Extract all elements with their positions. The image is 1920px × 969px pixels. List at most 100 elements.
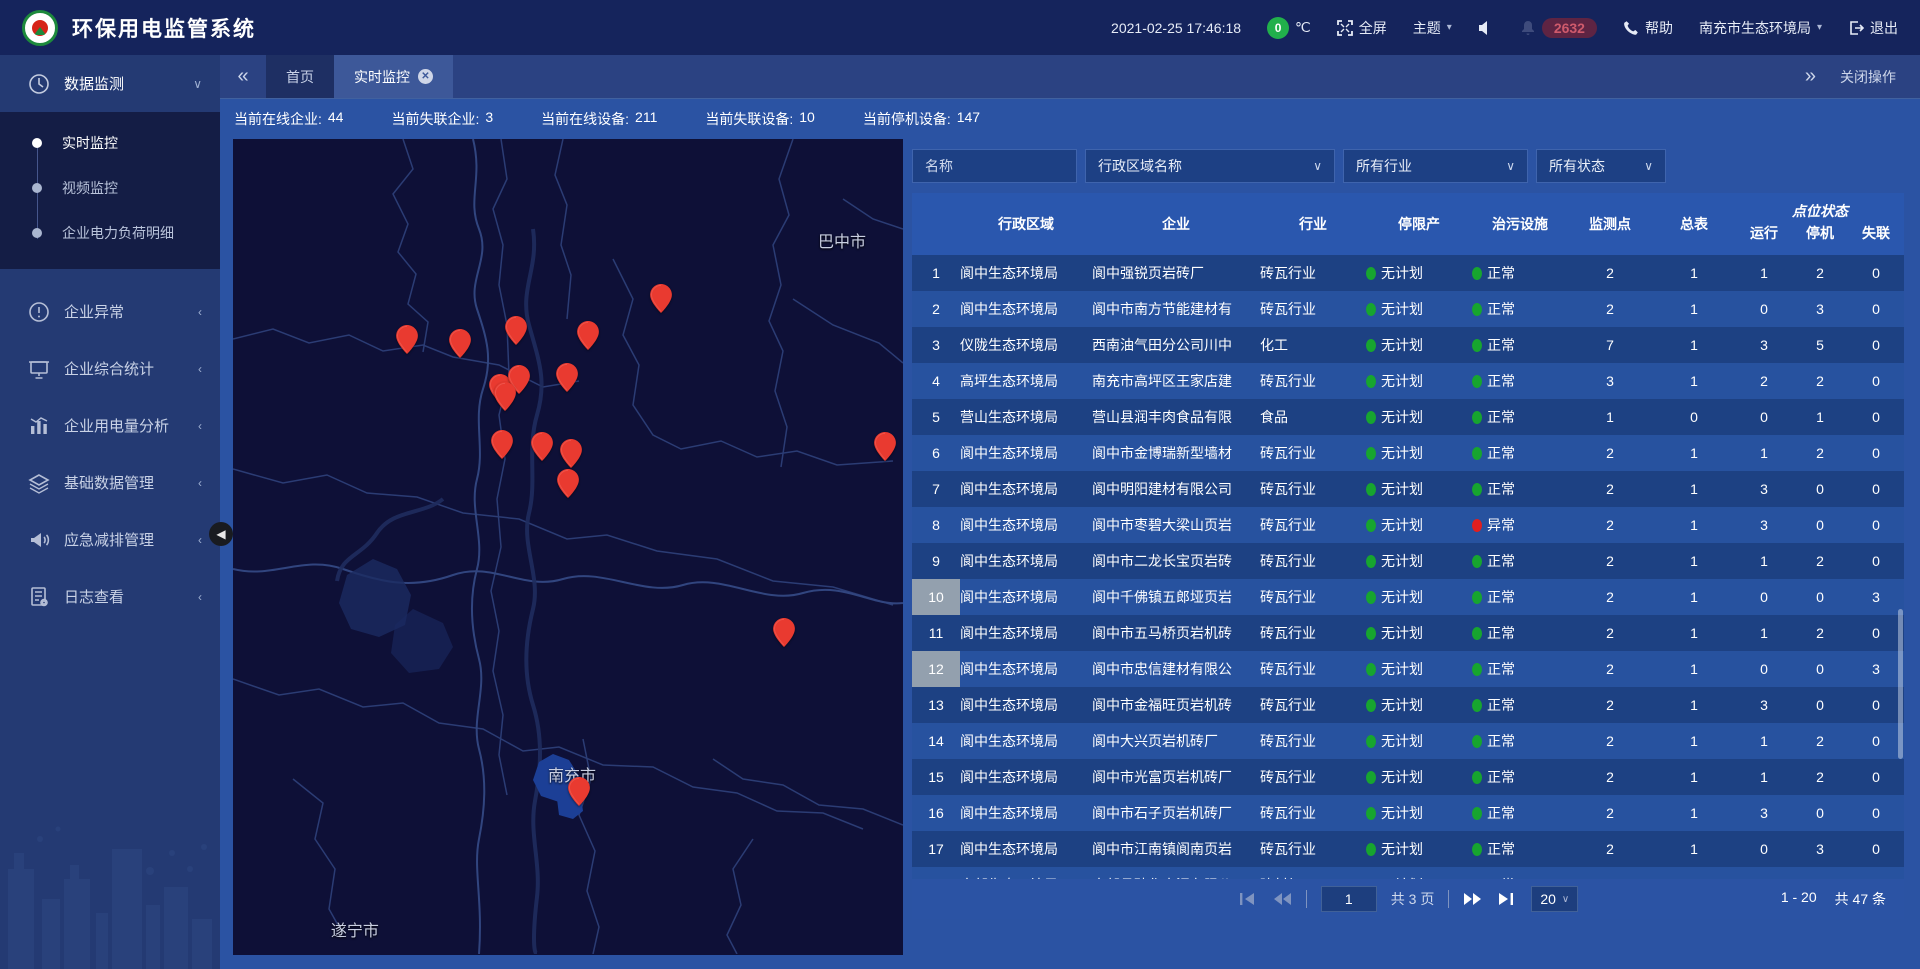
map-panel[interactable]: 巴中市南充市遂宁市 (233, 139, 903, 955)
table-row[interactable]: 10 阆中生态环境局 阆中千佛镇五郎垭页岩 砖瓦行业 无计划 正常 2 1 0 … (912, 579, 1904, 615)
table-row[interactable]: 8 阆中生态环境局 阆中市枣碧大梁山页岩 砖瓦行业 无计划 异常 2 1 3 0… (912, 507, 1904, 543)
fullscreen-icon (1337, 20, 1353, 36)
map-marker-pin-icon[interactable] (577, 321, 599, 350)
help-button[interactable]: 帮助 (1623, 18, 1673, 38)
tab-home[interactable]: 首页 (266, 55, 334, 98)
table-row[interactable]: 9 阆中生态环境局 阆中市二龙长宝页岩砖 砖瓦行业 无计划 正常 2 1 1 2… (912, 543, 1904, 579)
tabs-scroll-left-button[interactable]: « (220, 55, 266, 98)
theme-dropdown[interactable]: 主题 ▾ (1413, 18, 1452, 38)
cell-company: 阆中大兴页岩机砖厂 (1092, 731, 1260, 751)
cell-total: 1 (1652, 733, 1736, 749)
map-marker-pin-icon[interactable] (556, 363, 578, 392)
close-icon[interactable]: ✕ (418, 69, 433, 84)
limit-status-dot-icon (1366, 411, 1376, 424)
map-marker-pin-icon[interactable] (773, 618, 795, 647)
sound-button[interactable] (1478, 20, 1494, 36)
map-marker-pin-icon[interactable] (650, 284, 672, 313)
table-row[interactable]: 1 阆中生态环境局 阆中强锐页岩砖厂 砖瓦行业 无计划 正常 2 1 1 2 0 (912, 255, 1904, 291)
cell-monitor: 1 (1568, 409, 1652, 425)
map-boundaries (233, 139, 903, 954)
logout-button[interactable]: 退出 (1848, 18, 1898, 38)
sidebar-collapse-button[interactable]: ◀ (209, 522, 233, 546)
table-row[interactable]: 5 营山生态环境局 营山县润丰肉食品有限 食品 无计划 正常 1 0 0 1 0 (912, 399, 1904, 435)
table-row[interactable]: 3 仪陇生态环境局 西南油气田分公司川中 化工 无计划 正常 7 1 3 5 0 (912, 327, 1904, 363)
cell-total: 1 (1652, 661, 1736, 677)
cell-lost: 0 (1848, 841, 1904, 857)
sidebar-item-power-load-detail[interactable]: 企业电力负荷明细 (0, 210, 220, 255)
sidebar-item-data-monitoring[interactable]: 数据监测 ∨ (0, 55, 220, 112)
name-filter-field[interactable] (912, 149, 1077, 183)
sidebar-item-enterprise-abnormal[interactable]: 企业异常 ‹ (0, 283, 220, 340)
cell-total: 1 (1652, 625, 1736, 641)
chevron-down-icon: ∨ (1506, 159, 1515, 173)
cell-company: 阆中市南方节能建材有 (1092, 299, 1260, 319)
cell-total: 1 (1652, 769, 1736, 785)
table-row[interactable]: 14 阆中生态环境局 阆中大兴页岩机砖厂 砖瓦行业 无计划 正常 2 1 1 2… (912, 723, 1904, 759)
table-row[interactable]: 17 阆中生态环境局 阆中市江南镇阆南页岩 砖瓦行业 无计划 正常 2 1 0 … (912, 831, 1904, 867)
map-marker-pin-icon[interactable] (531, 432, 553, 461)
table-row[interactable]: 11 阆中生态环境局 阆中市五马桥页岩机砖 砖瓦行业 无计划 正常 2 1 1 … (912, 615, 1904, 651)
table-row[interactable]: 16 阆中生态环境局 阆中市石子页岩机砖厂 砖瓦行业 无计划 正常 2 1 3 … (912, 795, 1904, 831)
cell-run: 1 (1736, 733, 1792, 749)
page-size-select[interactable]: 20 ∨ (1531, 886, 1578, 912)
cell-lost: 0 (1848, 265, 1904, 281)
map-marker-pin-icon[interactable] (568, 777, 590, 806)
map-marker-pin-icon[interactable] (491, 430, 513, 459)
name-filter-input[interactable] (925, 158, 1064, 174)
sidebar-item-video-monitoring[interactable]: 视频监控 (0, 165, 220, 210)
map-marker-pin-icon[interactable] (560, 439, 582, 468)
sidebar-item-emergency-reduction[interactable]: 应急减排管理 ‹ (0, 511, 220, 568)
tab-realtime-monitoring[interactable]: 实时监控 ✕ (334, 55, 453, 98)
table-row[interactable]: 6 阆中生态环境局 阆中市金博瑞新型墙材 砖瓦行业 无计划 正常 2 1 1 2… (912, 435, 1904, 471)
cell-company: 阆中市江南镇阆南页岩 (1092, 839, 1260, 859)
divider (1448, 890, 1449, 908)
table-row[interactable]: 2 阆中生态环境局 阆中市南方节能建材有 砖瓦行业 无计划 正常 2 1 0 3… (912, 291, 1904, 327)
tabs-scroll-right-button[interactable]: » (1805, 65, 1816, 88)
cell-industry: 砖瓦行业 (1260, 371, 1366, 391)
map-marker-pin-icon[interactable] (396, 325, 418, 354)
alert-circle-icon (28, 301, 50, 323)
map-marker-pin-icon[interactable] (505, 316, 527, 345)
table-row[interactable]: 13 阆中生态环境局 阆中市金福旺页岩机砖 砖瓦行业 无计划 正常 2 1 3 … (912, 687, 1904, 723)
table-row[interactable]: 15 阆中生态环境局 阆中市光富页岩机砖厂 砖瓦行业 无计划 正常 2 1 1 … (912, 759, 1904, 795)
cell-stop: 0 (1792, 697, 1848, 713)
last-page-button[interactable] (1497, 891, 1517, 907)
table-scrollbar[interactable] (1898, 609, 1903, 759)
previous-page-button[interactable] (1272, 891, 1292, 907)
sidebar-item-log-view[interactable]: 日志查看 ‹ (0, 568, 220, 625)
temperature-unit: ℃ (1295, 19, 1311, 36)
map-marker-pin-icon[interactable] (494, 382, 516, 411)
notifications[interactable]: 2632 (1520, 18, 1597, 38)
industry-filter-select[interactable]: 所有行业 ∨ (1343, 149, 1528, 183)
cell-monitor: 2 (1568, 481, 1652, 497)
cell-stop: 2 (1792, 769, 1848, 785)
sidebar-item-basic-data-management[interactable]: 基础数据管理 ‹ (0, 454, 220, 511)
sidebar-item-enterprise-statistics[interactable]: 企业综合统计 ‹ (0, 340, 220, 397)
map-marker-pin-icon[interactable] (874, 432, 896, 461)
cell-run: 0 (1736, 301, 1792, 317)
facility-status-dot-icon (1472, 375, 1482, 388)
sidebar-item-realtime-monitoring[interactable]: 实时监控 (0, 120, 220, 165)
chevron-left-icon: ‹ (198, 590, 202, 604)
map-marker-pin-icon[interactable] (449, 329, 471, 358)
next-page-button[interactable] (1463, 891, 1483, 907)
table-row[interactable]: 4 高坪生态环境局 南充市高坪区王家店建 砖瓦行业 无计划 正常 3 1 2 2… (912, 363, 1904, 399)
facility-status-dot-icon (1472, 843, 1482, 856)
cell-region: 阆中生态环境局 (960, 551, 1092, 571)
cell-total: 1 (1652, 337, 1736, 353)
page-number-input[interactable]: 1 (1321, 886, 1377, 912)
table-row[interactable]: 7 阆中生态环境局 阆中明阳建材有限公司 砖瓦行业 无计划 正常 2 1 3 0… (912, 471, 1904, 507)
region-filter-select[interactable]: 行政区域名称 ∨ (1085, 149, 1335, 183)
fullscreen-button[interactable]: 全屏 (1337, 18, 1387, 38)
row-number: 5 (912, 399, 960, 435)
cell-industry: 砖瓦行业 (1260, 623, 1366, 643)
table-row[interactable]: 12 阆中生态环境局 阆中市忠信建材有限公 砖瓦行业 无计划 正常 2 1 0 … (912, 651, 1904, 687)
org-dropdown[interactable]: 南充市生态环境局 ▾ (1699, 18, 1822, 38)
chevron-down-icon: ∨ (1644, 159, 1653, 173)
sidebar-item-power-usage-analysis[interactable]: 企业用电量分析 ‹ (0, 397, 220, 454)
status-filter-select[interactable]: 所有状态 ∨ (1536, 149, 1666, 183)
first-page-button[interactable] (1238, 891, 1258, 907)
close-operations-button[interactable]: 关闭操作 (1840, 67, 1896, 87)
limit-status-dot-icon (1366, 267, 1376, 280)
map-marker-pin-icon[interactable] (557, 469, 579, 498)
